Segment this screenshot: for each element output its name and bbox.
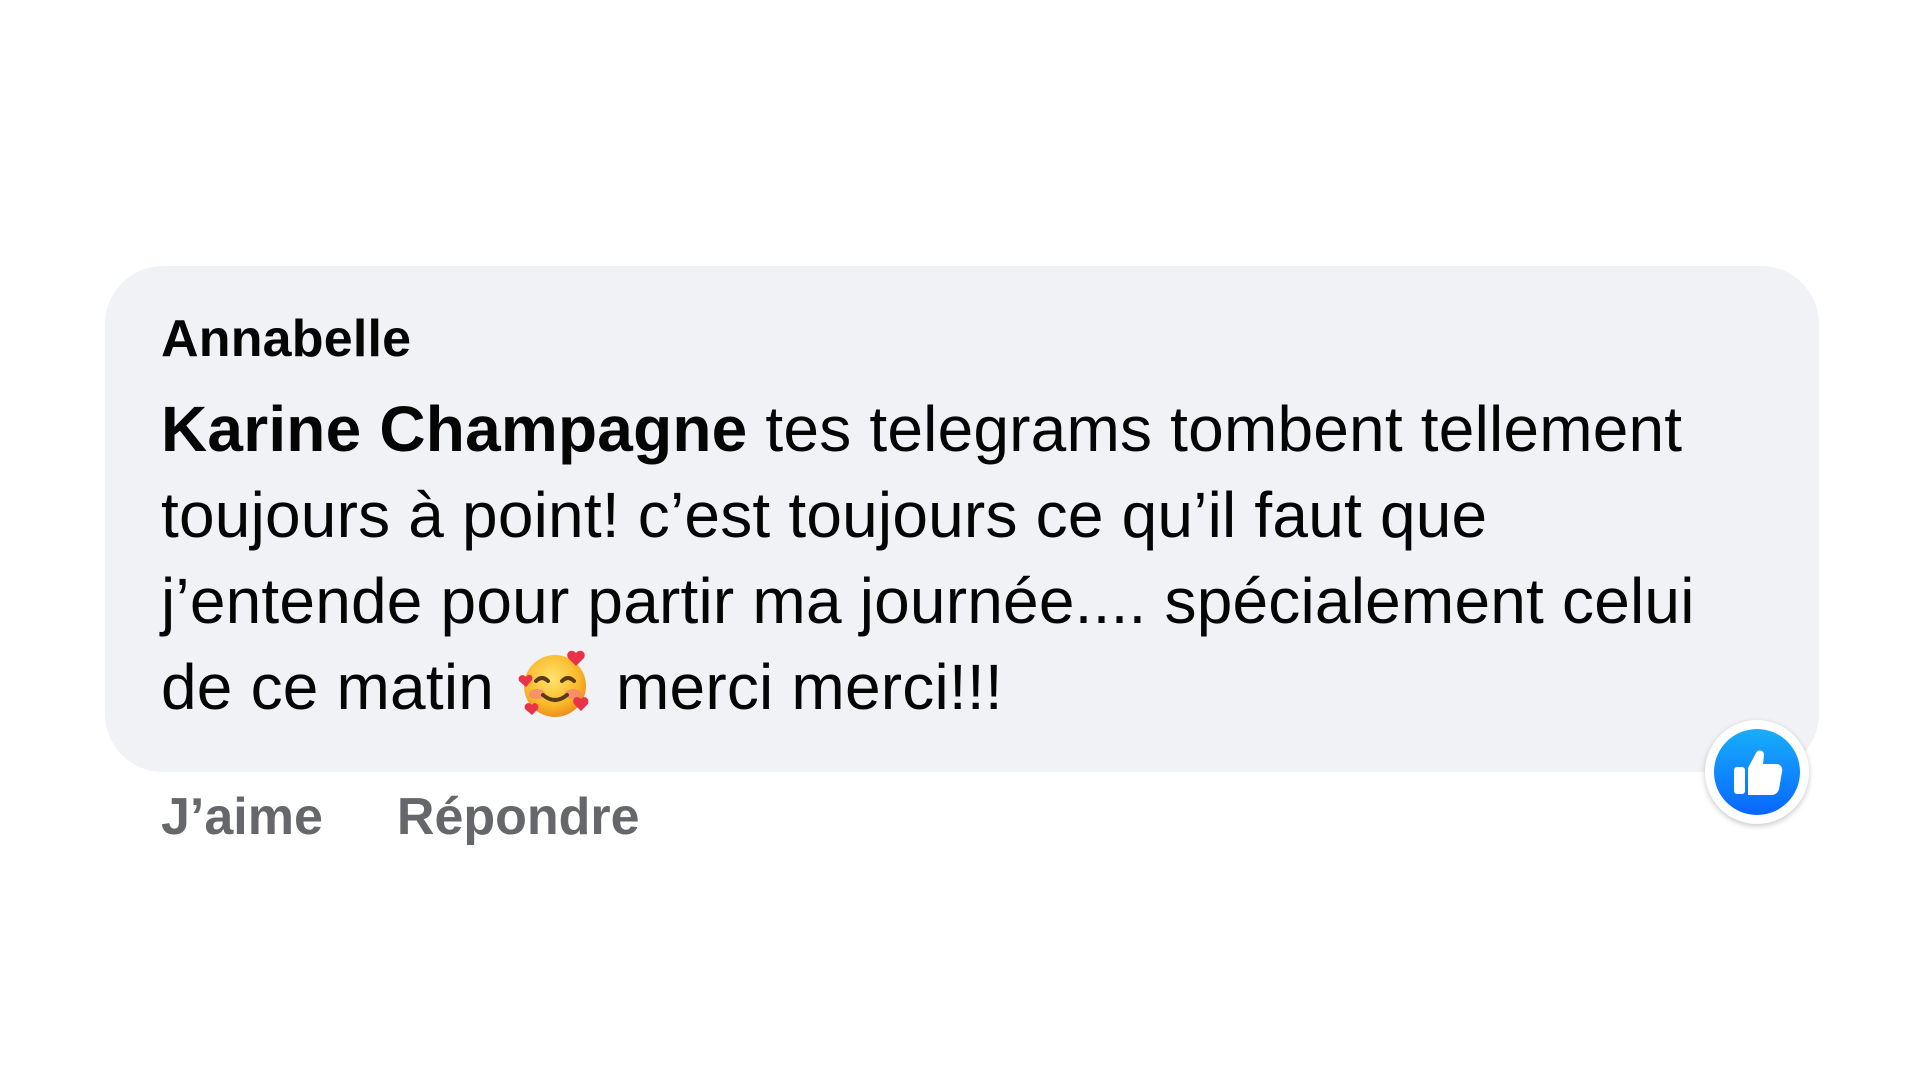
like-reaction-circle [1714,729,1800,815]
comment-text-part-2: merci merci!!! [598,651,1003,723]
mention-link[interactable]: Karine Champagne [161,393,747,465]
comment-bubble: Annabelle Karine Champagne tes telegrams… [105,266,1819,824]
like-reaction-badge[interactable] [1705,720,1809,824]
comment-text: Karine Champagne tes telegrams tombent t… [161,386,1763,730]
reply-button[interactable]: Répondre [397,782,640,852]
smiling-face-with-hearts-icon [518,647,592,721]
comment-author[interactable]: Annabelle [161,306,1763,372]
thumbs-up-icon [1714,729,1800,815]
like-button[interactable]: J’aime [161,782,323,852]
comment-actions: J’aime Répondre [105,782,1819,852]
comment: Annabelle Karine Champagne tes telegrams… [105,266,1819,852]
